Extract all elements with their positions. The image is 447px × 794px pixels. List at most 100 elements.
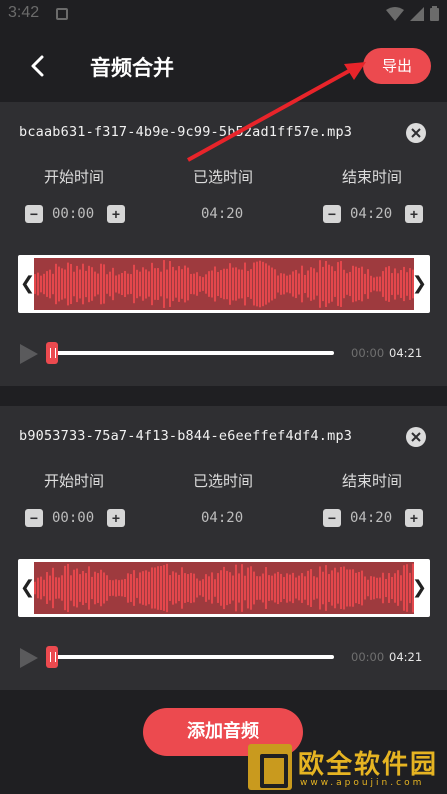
waveform-bar xyxy=(244,262,246,306)
waveform-bar xyxy=(406,272,408,296)
page-title: 音频合并 xyxy=(90,56,174,80)
waveform-bar xyxy=(334,271,336,297)
waveform-bar xyxy=(331,570,333,606)
waveform-bar xyxy=(37,577,39,599)
close-icon xyxy=(411,128,421,138)
waveform-bar xyxy=(349,569,351,607)
start-time-minus-button[interactable]: − xyxy=(25,205,43,223)
app-header: 音频合并 导出 xyxy=(0,28,447,102)
playback-progress-track[interactable] xyxy=(52,655,334,659)
waveform-bar xyxy=(361,570,363,606)
waveform-bar xyxy=(340,566,342,610)
waveform-bar xyxy=(277,275,279,293)
watermark: 欧全软件园 www.apoujin.com xyxy=(248,744,447,794)
playback-progress-track[interactable] xyxy=(52,351,334,355)
waveform-bar xyxy=(376,276,378,292)
waveform-bar xyxy=(82,263,84,305)
waveform-bar xyxy=(58,577,60,599)
waveform-bar xyxy=(175,270,177,298)
export-button[interactable]: 导出 xyxy=(363,48,431,84)
remove-audio-button[interactable] xyxy=(406,123,426,143)
waveform-bar xyxy=(271,575,273,601)
waveform-selector[interactable]: ❮ ❯ xyxy=(18,559,430,617)
remove-audio-button[interactable] xyxy=(406,427,426,447)
waveform-bar xyxy=(136,269,138,299)
waveform-bar xyxy=(64,565,66,611)
play-icon xyxy=(20,344,38,364)
waveform-bar xyxy=(274,269,276,299)
waveform-bar xyxy=(121,579,123,597)
playback-progress-thumb[interactable] xyxy=(46,646,58,668)
end-time-plus-button[interactable]: + xyxy=(405,205,423,223)
audio-card: bcaab631-f317-4b9e-9c99-5b52ad1ff57e.mp3… xyxy=(0,102,447,386)
waveform-right-handle[interactable]: ❯ xyxy=(412,273,427,294)
status-time: 3:42 xyxy=(8,4,40,21)
waveform-bar xyxy=(355,266,357,302)
waveform-bar xyxy=(301,573,303,603)
waveform-bar xyxy=(304,274,306,294)
waveform-bar xyxy=(316,577,318,599)
start-time-minus-button[interactable]: − xyxy=(25,509,43,527)
waveform-bar xyxy=(43,579,45,597)
waveform-bar xyxy=(250,269,252,299)
playback-progress-thumb[interactable] xyxy=(46,342,58,364)
audio-card: b9053733-75a7-4f13-b844-e6eeffef4df4.mp3… xyxy=(0,406,447,690)
waveform-bar xyxy=(136,578,138,598)
waveform-bar xyxy=(310,267,312,301)
waveform-bar xyxy=(313,576,315,600)
waveform-left-handle[interactable]: ❮ xyxy=(20,273,35,294)
waveform-bar xyxy=(340,261,342,307)
waveform-bar xyxy=(157,566,159,610)
waveform-bar xyxy=(376,577,378,599)
waveform-bar xyxy=(319,260,321,308)
waveform-bar xyxy=(193,573,195,603)
waveform-bar xyxy=(130,274,132,294)
end-time-plus-button[interactable]: + xyxy=(405,509,423,527)
waveform-bar xyxy=(61,575,63,601)
total-time: 04:21 xyxy=(389,346,423,360)
waveform-bar xyxy=(160,271,162,297)
waveform-bar xyxy=(253,262,255,306)
play-button[interactable] xyxy=(19,343,39,365)
waveform-bar xyxy=(166,269,168,299)
waveform-bar xyxy=(364,273,366,295)
waveform-bar xyxy=(187,574,189,602)
back-button[interactable] xyxy=(22,50,54,82)
end-time-value: 04:20 xyxy=(350,510,393,526)
waveform-bar xyxy=(259,576,261,600)
play-icon xyxy=(20,648,38,668)
waveform-bar xyxy=(334,567,336,609)
waveform-bar xyxy=(400,270,402,298)
waveform-bar xyxy=(220,270,222,298)
waveform-bar xyxy=(94,271,96,297)
waveform-bar xyxy=(58,266,60,302)
waveform-bar xyxy=(154,567,156,609)
waveform-bar xyxy=(229,263,231,305)
waveform-bar xyxy=(337,262,339,306)
waveform-bar xyxy=(358,267,360,301)
waveform-bar xyxy=(70,263,72,305)
waveform-bar xyxy=(256,261,258,307)
waveform-left-handle[interactable]: ❮ xyxy=(20,577,35,598)
waveform-bar xyxy=(382,271,384,297)
waveform-bar xyxy=(40,576,42,600)
play-button[interactable] xyxy=(19,647,39,669)
waveform-bar xyxy=(127,273,129,295)
waveform xyxy=(34,562,414,614)
end-time-minus-button[interactable]: − xyxy=(323,205,341,223)
waveform xyxy=(34,258,414,310)
start-time-plus-button[interactable]: + xyxy=(107,205,125,223)
waveform-bar xyxy=(121,272,123,296)
waveform-bar xyxy=(286,275,288,293)
waveform-bar xyxy=(355,572,357,604)
waveform-bar xyxy=(307,570,309,606)
waveform-right-handle[interactable]: ❯ xyxy=(412,577,427,598)
waveform-bar xyxy=(115,275,117,293)
waveform-selector[interactable]: ❮ ❯ xyxy=(18,255,430,313)
waveform-bar xyxy=(394,573,396,603)
waveform-bar xyxy=(226,268,228,300)
start-time-plus-button[interactable]: + xyxy=(107,509,125,527)
waveform-bar xyxy=(262,261,264,307)
end-time-minus-button[interactable]: − xyxy=(323,509,341,527)
waveform-bar xyxy=(106,575,108,601)
